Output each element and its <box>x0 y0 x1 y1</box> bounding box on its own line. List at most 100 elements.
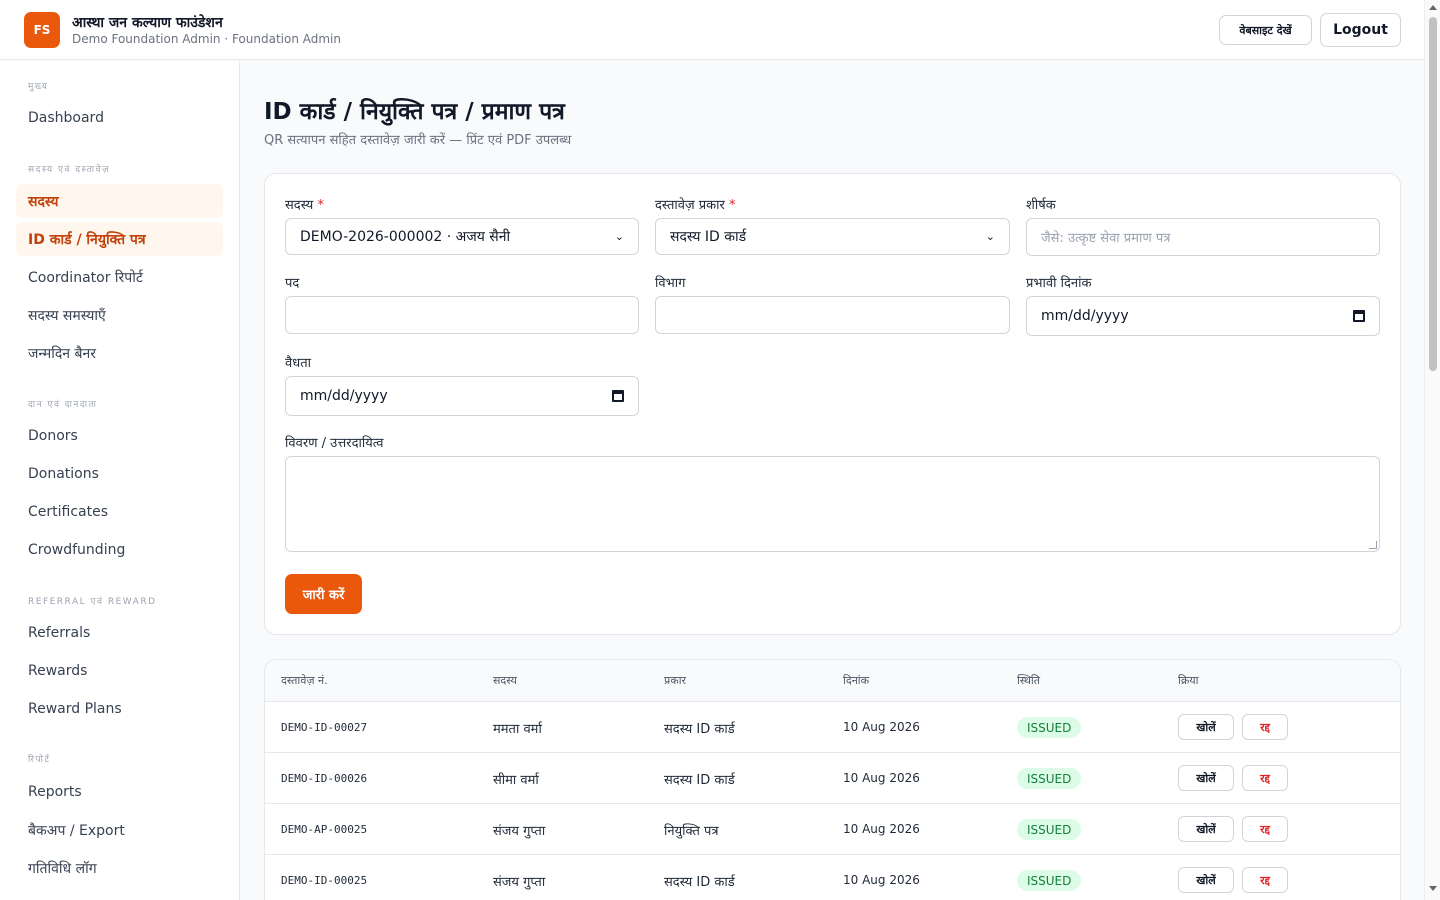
page-title: ID कार्ड / नियुक्ति पत्र / प्रमाण पत्र <box>264 99 565 125</box>
view-website-button[interactable]: वेबसाइट देखें <box>1219 15 1312 45</box>
date-cell: 10 Aug 2026 <box>843 771 920 785</box>
sidebar-section-referral: Referral एवं Reward <box>28 597 157 607</box>
table-header: दस्तावेज़ नं. सदस्य प्रकार दिनांक स्थिति… <box>265 660 1400 702</box>
scroll-up-icon[interactable] <box>1429 5 1437 10</box>
type-cell: सदस्य ID कार्ड <box>664 875 735 890</box>
department-label: विभाग <box>655 276 686 291</box>
type-cell: सदस्य ID कार्ड <box>664 722 735 737</box>
cancel-button[interactable]: रद्द <box>1242 765 1288 791</box>
effective-date-label: प्रभावी दिनांक <box>1026 276 1092 291</box>
sidebar-item-referrals[interactable]: Referrals <box>16 616 223 650</box>
date-cell: 10 Aug 2026 <box>843 822 920 836</box>
member-cell: ममता वर्मा <box>493 722 542 737</box>
title-input[interactable]: जैसे: उत्कृष्ट सेवा प्रमाण पत्र <box>1026 218 1380 256</box>
status-badge: ISSUED <box>1017 870 1082 891</box>
doctype-select[interactable]: सदस्य ID कार्ड ⌄ <box>655 218 1010 255</box>
org-name: आस्था जन कल्याण फाउंडेशन <box>72 15 223 31</box>
sidebar-section-reports: रिपोर्ट <box>28 755 51 765</box>
cancel-button[interactable]: रद्द <box>1242 714 1288 740</box>
sidebar-item-certificates[interactable]: Certificates <box>16 495 223 529</box>
open-button[interactable]: खोलें <box>1178 816 1234 842</box>
table-row: DEMO-ID-00026 सीमा वर्मा सदस्य ID कार्ड … <box>265 753 1400 804</box>
table-row: DEMO-AP-00025 संजय गुप्ता नियुक्ति पत्र … <box>265 804 1400 855</box>
col-member: सदस्य <box>493 674 517 687</box>
open-button[interactable]: खोलें <box>1178 867 1234 893</box>
member-cell: संजय गुप्ता <box>493 875 546 890</box>
table-row: DEMO-ID-00027 ममता वर्मा सदस्य ID कार्ड … <box>265 702 1400 753</box>
resize-handle-icon[interactable] <box>1369 541 1377 549</box>
status-badge: ISSUED <box>1017 819 1082 840</box>
validity-label: वैधता <box>285 356 312 371</box>
status-badge: ISSUED <box>1017 768 1082 789</box>
sidebar-item-coordinator-report[interactable]: Coordinator रिपोर्ट <box>16 260 223 294</box>
doc-no-cell: DEMO-ID-00025 <box>281 874 368 887</box>
page-scrollbar[interactable] <box>1424 0 1440 900</box>
col-doc-no: दस्तावेज़ नं. <box>281 674 328 687</box>
calendar-icon[interactable] <box>612 390 624 402</box>
col-type: प्रकार <box>664 674 687 687</box>
sidebar-item-donations[interactable]: Donations <box>16 457 223 491</box>
member-select[interactable]: DEMO-2026-000002 · अजय सैनी ⌄ <box>285 218 639 255</box>
sidebar-item-activity-log[interactable]: गतिविधि लॉग <box>16 851 223 885</box>
type-cell: सदस्य ID कार्ड <box>664 773 735 788</box>
org-logo: FS <box>24 12 60 48</box>
scroll-down-icon[interactable] <box>1429 886 1437 891</box>
page-subtitle: QR सत्यापन सहित दस्तावेज़ जारी करें — प्… <box>264 133 572 148</box>
sidebar-section-main: मुख्य <box>28 82 49 92</box>
chevron-down-icon: ⌄ <box>614 230 624 243</box>
table-row: DEMO-ID-00025 संजय गुप्ता सदस्य ID कार्ड… <box>265 855 1400 900</box>
title-label: शीर्षक <box>1026 198 1056 213</box>
cancel-button[interactable]: रद्द <box>1242 816 1288 842</box>
col-date: दिनांक <box>843 674 870 687</box>
member-select-value: DEMO-2026-000002 · अजय सैनी <box>300 229 511 245</box>
sidebar-item-dashboard[interactable]: Dashboard <box>16 101 223 135</box>
calendar-icon[interactable] <box>1353 310 1365 322</box>
sidebar-item-reports[interactable]: Reports <box>16 775 223 809</box>
doc-no-cell: DEMO-AP-00025 <box>281 823 368 836</box>
post-label: पद <box>285 276 300 291</box>
validity-date-input[interactable]: mm/dd/yyyy <box>285 376 639 416</box>
sidebar-item-rewards[interactable]: Rewards <box>16 654 223 688</box>
documents-table: दस्तावेज़ नं. सदस्य प्रकार दिनांक स्थिति… <box>264 659 1401 900</box>
sidebar-item-reward-plans[interactable]: Reward Plans <box>16 692 223 726</box>
sidebar-section-donations: दान एवं दानदाता <box>28 400 98 410</box>
sidebar-item-backup-export[interactable]: बैकअप / Export <box>16 813 223 847</box>
date-cell: 10 Aug 2026 <box>843 873 920 887</box>
department-input[interactable] <box>655 296 1010 334</box>
scrollbar-thumb[interactable] <box>1429 17 1437 371</box>
cancel-button[interactable]: रद्द <box>1242 867 1288 893</box>
post-input[interactable] <box>285 296 639 334</box>
effective-date-value: mm/dd/yyyy <box>1041 308 1129 324</box>
org-subtitle: Demo Foundation Admin · Foundation Admin <box>72 32 341 46</box>
sidebar-item-member-issues[interactable]: सदस्य समस्याएँ <box>16 298 223 332</box>
validity-date-value: mm/dd/yyyy <box>300 388 388 404</box>
doc-no-cell: DEMO-ID-00026 <box>281 772 368 785</box>
sidebar-item-id-cards[interactable]: ID कार्ड / नियुक्ति पत्र <box>16 222 223 256</box>
sidebar-section-members: सदस्य एवं दस्तावेज़ <box>28 165 111 175</box>
doctype-select-value: सदस्य ID कार्ड <box>670 229 747 245</box>
sidebar-item-birthday-banner[interactable]: जन्मदिन बैनर <box>16 336 223 370</box>
sidebar-item-crowdfunding[interactable]: Crowdfunding <box>16 533 223 567</box>
doctype-label: दस्तावेज़ प्रकार * <box>655 198 736 213</box>
title-placeholder: जैसे: उत्कृष्ट सेवा प्रमाण पत्र <box>1041 231 1171 246</box>
description-textarea[interactable] <box>285 456 1380 552</box>
member-label: सदस्य * <box>285 198 324 213</box>
sidebar: मुख्य Dashboard सदस्य एवं दस्तावेज़ सदस्… <box>0 61 240 900</box>
open-button[interactable]: खोलें <box>1178 714 1234 740</box>
effective-date-input[interactable]: mm/dd/yyyy <box>1026 296 1380 336</box>
member-cell: संजय गुप्ता <box>493 824 546 839</box>
open-button[interactable]: खोलें <box>1178 765 1234 791</box>
col-action: क्रिया <box>1178 674 1199 687</box>
chevron-down-icon: ⌄ <box>985 230 995 243</box>
date-cell: 10 Aug 2026 <box>843 720 920 734</box>
col-status: स्थिति <box>1017 674 1041 687</box>
top-header: FS आस्था जन कल्याण फाउंडेशन Demo Foundat… <box>0 0 1424 60</box>
description-label: विवरण / उत्तरदायित्व <box>285 436 384 451</box>
logout-button[interactable]: Logout <box>1320 13 1401 47</box>
sidebar-item-donors[interactable]: Donors <box>16 419 223 453</box>
issue-button[interactable]: जारी करें <box>285 574 362 614</box>
status-badge: ISSUED <box>1017 717 1082 738</box>
sidebar-item-members[interactable]: सदस्य <box>16 184 223 218</box>
doc-no-cell: DEMO-ID-00027 <box>281 721 368 734</box>
type-cell: नियुक्ति पत्र <box>664 824 719 839</box>
